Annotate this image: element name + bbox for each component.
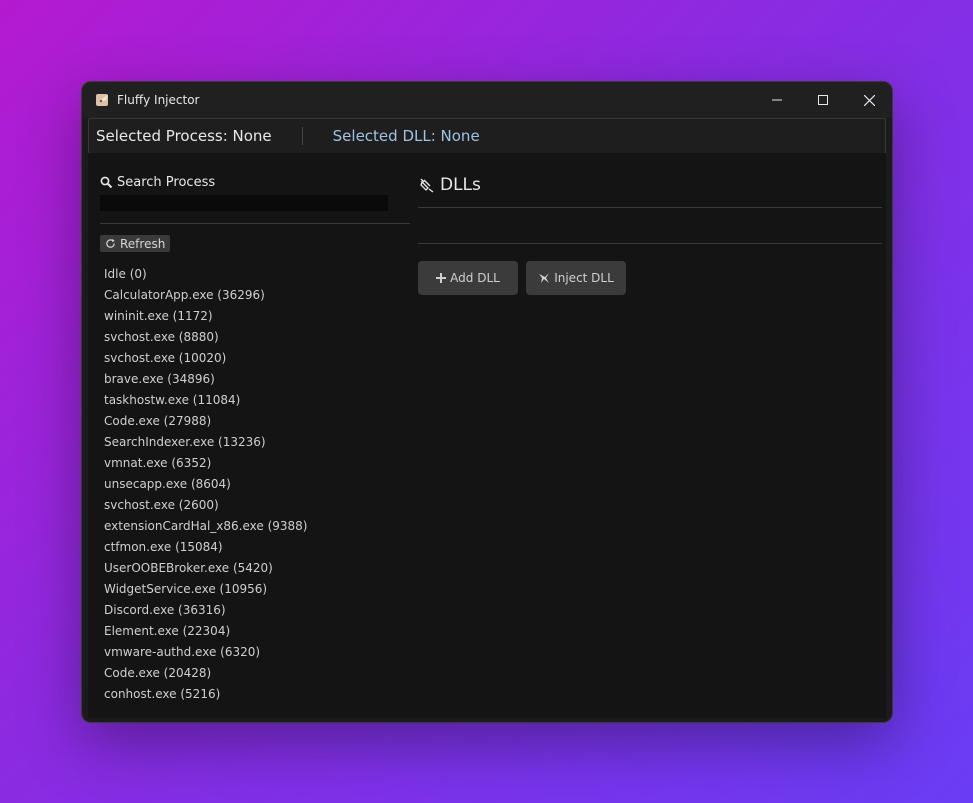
dll-divider-top xyxy=(418,207,882,208)
dll-heading-label: DLLs xyxy=(440,175,481,195)
add-dll-button[interactable]: Add DLL xyxy=(418,261,518,295)
close-button[interactable] xyxy=(846,82,892,118)
plus-icon xyxy=(436,273,447,283)
title-bar[interactable]: Fluffy Injector xyxy=(82,82,892,118)
process-item[interactable]: unsecapp.exe (8604) xyxy=(104,474,307,495)
selected-dll-label: Selected DLL: None xyxy=(332,127,480,145)
process-item[interactable]: Discord.exe (36316) xyxy=(104,600,307,621)
search-process-input[interactable] xyxy=(100,195,388,211)
process-item[interactable]: UserOOBEBroker.exe (5420) xyxy=(104,558,307,579)
selection-status-bar: Selected Process: None Selected DLL: Non… xyxy=(88,118,886,154)
process-list: Idle (0) CalculatorApp.exe (36296) winin… xyxy=(104,264,307,705)
process-item[interactable]: svchost.exe (2600) xyxy=(104,495,307,516)
app-icon xyxy=(95,92,111,108)
process-item[interactable]: Code.exe (27988) xyxy=(104,411,307,432)
app-window: Fluffy Injector Selected Process: None S… xyxy=(81,81,893,723)
selected-process-label: Selected Process: None xyxy=(96,127,272,145)
close-icon xyxy=(863,94,875,106)
process-item[interactable]: svchost.exe (10020) xyxy=(104,348,307,369)
syringe-icon xyxy=(420,178,434,193)
process-item[interactable]: wininit.exe (1172) xyxy=(104,306,307,327)
minimize-icon xyxy=(772,99,782,101)
process-item[interactable]: conhost.exe (5216) xyxy=(104,684,307,705)
process-item[interactable]: Element.exe (22304) xyxy=(104,621,307,642)
process-panel: Search Process Refresh Idle (0) Calculat… xyxy=(88,153,418,718)
search-process-heading: Search Process xyxy=(100,175,215,190)
minimize-button[interactable] xyxy=(754,82,800,118)
process-item[interactable]: ctfmon.exe (15084) xyxy=(104,537,307,558)
process-item[interactable]: extensionCardHal_x86.exe (9388) xyxy=(104,516,307,537)
maximize-button[interactable] xyxy=(800,82,846,118)
process-item[interactable]: Idle (0) xyxy=(104,264,307,285)
maximize-icon xyxy=(818,95,828,105)
dll-panel: DLLs Add DLL Inject DLL xyxy=(418,153,886,718)
search-icon xyxy=(100,176,113,189)
add-dll-label: Add DLL xyxy=(450,271,500,285)
process-item[interactable]: vmnat.exe (6352) xyxy=(104,453,307,474)
process-item[interactable]: Code.exe (20428) xyxy=(104,663,307,684)
process-item[interactable]: brave.exe (34896) xyxy=(104,369,307,390)
process-item[interactable]: WidgetService.exe (10956) xyxy=(104,579,307,600)
process-item[interactable]: taskhostw.exe (11084) xyxy=(104,390,307,411)
inject-icon xyxy=(539,273,550,283)
process-item[interactable]: SearchIndexer.exe (13236) xyxy=(104,432,307,453)
process-item[interactable]: svchost.exe (8880) xyxy=(104,327,307,348)
dll-heading: DLLs xyxy=(419,175,481,195)
refresh-button[interactable]: Refresh xyxy=(100,235,171,252)
main-content: Search Process Refresh Idle (0) Calculat… xyxy=(88,153,886,718)
inject-dll-label: Inject DLL xyxy=(554,271,614,285)
window-title: Fluffy Injector xyxy=(117,93,200,107)
inject-dll-button[interactable]: Inject DLL xyxy=(526,261,626,295)
process-item[interactable]: CalculatorApp.exe (36296) xyxy=(104,285,307,306)
refresh-label: Refresh xyxy=(120,236,166,251)
search-process-label: Search Process xyxy=(117,175,216,190)
refresh-icon xyxy=(106,238,115,248)
dll-divider-bottom xyxy=(418,243,882,244)
status-divider xyxy=(301,127,303,145)
process-item[interactable]: vmware-authd.exe (6320) xyxy=(104,642,307,663)
left-divider xyxy=(100,223,410,224)
